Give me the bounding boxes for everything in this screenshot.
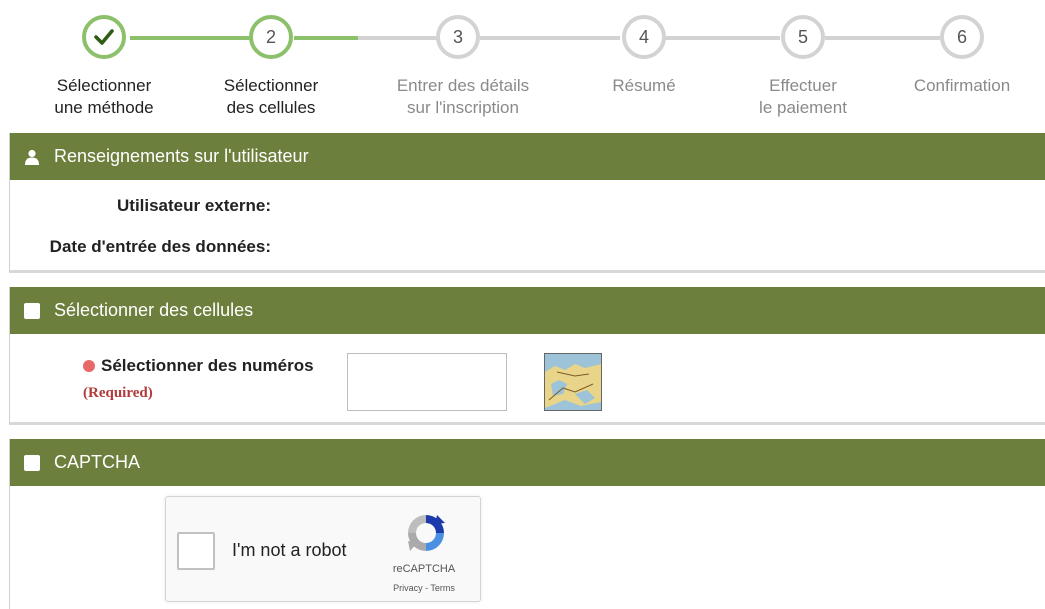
step-connector xyxy=(480,36,620,40)
section-square-icon xyxy=(24,454,40,471)
required-text: (Required) xyxy=(83,385,153,401)
checkmark-icon xyxy=(94,29,114,45)
captcha-title: CAPTCHA xyxy=(54,452,141,472)
recaptcha-logo-icon xyxy=(408,515,445,551)
captcha-header: CAPTCHA xyxy=(10,439,1045,486)
step-2-label: Sélectionner des cellules xyxy=(223,76,319,117)
select-cells-panel: Sélectionner des cellules Sélectionner d… xyxy=(9,287,1045,425)
progress-stepper: 2 3 4 5 6 Sélectionner une méthode Sélec… xyxy=(0,0,1045,130)
select-cells-body: Sélectionner des numéros (Required) xyxy=(10,334,1045,422)
step-5-label: Effectuer le paiement xyxy=(759,76,847,117)
step-connector xyxy=(294,36,358,40)
step-1-label: Sélectionner une méthode xyxy=(54,76,154,117)
map-thumbnail-icon xyxy=(545,354,601,410)
captcha-body: I'm not a robot reCAPTCHA Privacy - Term… xyxy=(10,486,1045,609)
user-info-panel: Renseignements sur l'utilisateur Utilisa… xyxy=(9,133,1045,273)
map-icon[interactable] xyxy=(544,353,602,411)
step-2-circle: 2 xyxy=(249,15,293,59)
cell-numbers-input[interactable] xyxy=(347,353,507,411)
recaptcha-checkbox[interactable] xyxy=(177,532,215,570)
user-info-title: Renseignements sur l'utilisateur xyxy=(54,146,309,166)
step-5-circle: 5 xyxy=(781,15,825,59)
step-connector xyxy=(130,36,250,40)
date-entry-label: Date d'entrée des données: xyxy=(49,237,271,256)
numbers-label-text: Sélectionner des numéros xyxy=(101,356,314,375)
step-3-circle: 3 xyxy=(436,15,480,59)
step-3-label: Entrer des détails sur l'inscription xyxy=(396,76,530,117)
recaptcha-label: I'm not a robot xyxy=(232,540,347,560)
step-4-label: Résumé xyxy=(612,76,676,95)
step-connector xyxy=(358,36,438,40)
recaptcha-privacy-terms-link[interactable]: Privacy - Terms xyxy=(382,583,466,593)
user-info-header: Renseignements sur l'utilisateur xyxy=(10,133,1045,180)
step-6-circle: 6 xyxy=(940,15,984,59)
captcha-panel: CAPTCHA I'm not a robot reCAPTCHA Privac… xyxy=(9,439,1045,609)
required-dot-icon xyxy=(83,360,95,372)
external-user-label: Utilisateur externe: xyxy=(117,196,271,215)
step-1-circle xyxy=(82,15,126,59)
recaptcha-brand: reCAPTCHA xyxy=(392,563,456,575)
step-6-label: Confirmation xyxy=(913,76,1011,95)
recaptcha-widget: I'm not a robot reCAPTCHA Privacy - Term… xyxy=(165,496,481,602)
step-connector xyxy=(825,36,940,40)
user-icon xyxy=(25,149,39,165)
select-cells-title: Sélectionner des cellules xyxy=(54,300,254,320)
numbers-label: Sélectionner des numéros xyxy=(83,356,314,376)
step-connector xyxy=(665,36,780,40)
step-4-circle: 4 xyxy=(622,15,666,59)
section-square-icon xyxy=(24,302,40,319)
select-cells-header: Sélectionner des cellules xyxy=(10,287,1045,334)
